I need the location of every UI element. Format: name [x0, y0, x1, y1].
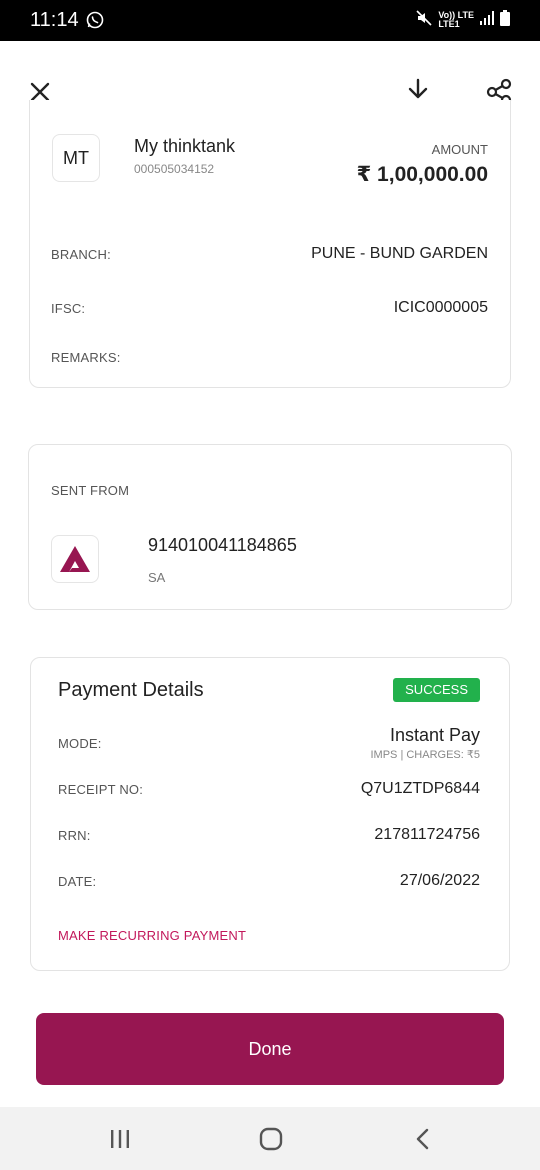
- beneficiary-initials: MT: [63, 147, 89, 168]
- axis-bank-icon: [60, 546, 90, 572]
- recent-apps-icon[interactable]: [105, 1125, 135, 1153]
- whatsapp-icon: [86, 11, 104, 29]
- battery-icon: [500, 9, 510, 31]
- date-label: DATE:: [58, 874, 97, 889]
- remarks-label: REMARKS:: [51, 350, 121, 365]
- sent-from-card: SENT FROM 914010041184865 SA: [28, 444, 512, 610]
- home-icon[interactable]: [256, 1125, 286, 1153]
- sent-from-account: 914010041184865: [148, 535, 297, 555]
- beneficiary-card: MT My thinktank 000505034152 AMOUNT ₹ 1,…: [29, 100, 511, 388]
- rrn-value: 217811724756: [374, 826, 480, 843]
- ifsc-label: IFSC:: [51, 301, 86, 316]
- receipt-label: RECEIPT NO:: [58, 782, 144, 797]
- done-button[interactable]: Done: [36, 1013, 504, 1085]
- signal-icon: [480, 10, 494, 30]
- back-icon[interactable]: [408, 1125, 438, 1153]
- status-time: 11:14: [30, 9, 79, 31]
- mute-icon: [416, 9, 432, 31]
- beneficiary-name: My thinktank: [134, 136, 236, 156]
- receipt-value: Q7U1ZTDP6844: [360, 780, 480, 797]
- date-value: 27/06/2022: [399, 872, 480, 889]
- beneficiary-avatar: MT: [52, 134, 100, 182]
- branch-value: PUNE - BUND GARDEN: [311, 245, 488, 262]
- mode-value: Instant Pay: [389, 725, 480, 745]
- rrn-label: RRN:: [58, 828, 91, 843]
- bank-logo: [51, 535, 99, 583]
- sent-from-type: SA: [148, 570, 166, 585]
- payment-details-title: Payment Details: [58, 679, 204, 701]
- sent-from-label: SENT FROM: [51, 483, 130, 498]
- status-badge: SUCCESS: [393, 678, 480, 702]
- beneficiary-account: 000505034152: [134, 162, 215, 176]
- amount-value: ₹ 1,00,000.00: [356, 163, 488, 186]
- mode-sub: IMPS | CHARGES: ₹5: [370, 749, 481, 761]
- network-label: Vo)) LTE LTE1: [438, 11, 474, 29]
- network-bottom: LTE1: [438, 19, 460, 29]
- payment-details-card: Payment Details SUCCESS MODE: Instant Pa…: [30, 657, 510, 971]
- system-nav-bar: [0, 1107, 540, 1170]
- ifsc-value: ICIC0000005: [393, 299, 488, 316]
- amount-label: AMOUNT: [431, 142, 488, 157]
- done-button-label: Done: [248, 1038, 292, 1059]
- make-recurring-payment-link[interactable]: MAKE RECURRING PAYMENT: [58, 928, 246, 943]
- branch-label: BRANCH:: [51, 247, 111, 262]
- mode-label: MODE:: [58, 736, 102, 751]
- status-bar: 11:14 Vo)) LTE LTE1: [0, 0, 540, 41]
